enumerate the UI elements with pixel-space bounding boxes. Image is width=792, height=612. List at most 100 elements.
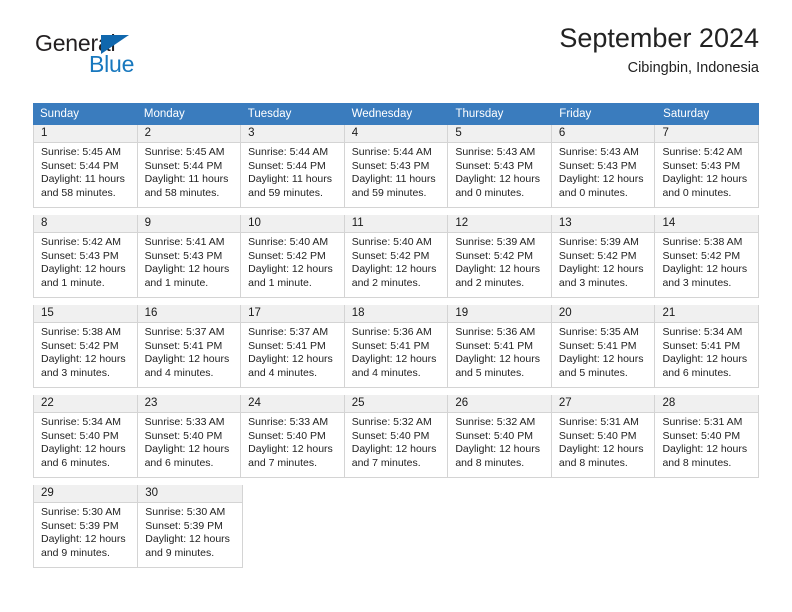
- day-cell[interactable]: 10 Sunrise: 5:40 AM Sunset: 5:42 PM Dayl…: [241, 215, 345, 298]
- day-number: 11: [344, 215, 448, 233]
- daylight-text-line2: and 3 minutes.: [662, 276, 732, 289]
- daylight-text-line2: and 6 minutes.: [662, 366, 732, 379]
- day-cell[interactable]: 2 Sunrise: 5:45 AM Sunset: 5:44 PM Dayli…: [137, 125, 242, 208]
- day-cell[interactable]: 19 Sunrise: 5:36 AM Sunset: 5:41 PM Dayl…: [448, 305, 552, 388]
- day-cell[interactable]: 6 Sunrise: 5:43 AM Sunset: 5:43 PM Dayli…: [551, 125, 656, 208]
- sunset-text: Sunset: 5:42 PM: [248, 249, 326, 262]
- day-cell[interactable]: 5 Sunrise: 5:43 AM Sunset: 5:43 PM Dayli…: [448, 125, 552, 208]
- sunrise-text: Sunrise: 5:35 AM: [558, 326, 639, 338]
- daylight-text-line1: Daylight: 12 hours: [144, 353, 230, 366]
- day-number: 6: [551, 125, 655, 143]
- day-info: Sunrise: 5:44 AM Sunset: 5:44 PM Dayligh…: [241, 143, 344, 200]
- daylight-text-line1: Daylight: 12 hours: [558, 173, 644, 186]
- sunrise-text: Sunrise: 5:42 AM: [662, 146, 743, 158]
- day-cell[interactable]: 4 Sunrise: 5:44 AM Sunset: 5:43 PM Dayli…: [344, 125, 449, 208]
- day-number: [552, 485, 655, 502]
- day-number: [346, 485, 449, 502]
- day-info: Sunrise: 5:39 AM Sunset: 5:42 PM Dayligh…: [552, 233, 655, 290]
- day-number: 29: [34, 485, 138, 503]
- calendar-week-row: 15 Sunrise: 5:38 AM Sunset: 5:42 PM Dayl…: [33, 305, 760, 388]
- day-info: Sunrise: 5:43 AM Sunset: 5:43 PM Dayligh…: [552, 143, 655, 200]
- daylight-text-line1: Daylight: 11 hours: [144, 173, 229, 186]
- day-info: Sunrise: 5:38 AM Sunset: 5:42 PM Dayligh…: [34, 323, 137, 380]
- daylight-text-line1: Daylight: 12 hours: [662, 353, 748, 366]
- title-block: September 2024 Cibingbin, Indonesia: [559, 22, 759, 78]
- page-title: September 2024: [559, 23, 759, 53]
- sunset-text: Sunset: 5:44 PM: [41, 159, 119, 172]
- daylight-text-line2: and 59 minutes.: [248, 186, 323, 199]
- day-cell[interactable]: 24 Sunrise: 5:33 AM Sunset: 5:40 PM Dayl…: [241, 395, 345, 478]
- general-blue-logo[interactable]: General Blue: [33, 32, 183, 84]
- day-cell[interactable]: 29 Sunrise: 5:30 AM Sunset: 5:39 PM Dayl…: [33, 485, 139, 568]
- daylight-text-line1: Daylight: 12 hours: [41, 443, 126, 456]
- sunset-text: Sunset: 5:43 PM: [41, 249, 119, 262]
- day-cell[interactable]: 20 Sunrise: 5:35 AM Sunset: 5:41 PM Dayl…: [551, 305, 656, 388]
- sunset-text: Sunset: 5:43 PM: [662, 159, 741, 172]
- daylight-text-line2: and 59 minutes.: [351, 186, 427, 199]
- sunrise-text: Sunrise: 5:36 AM: [455, 326, 536, 338]
- day-number: 17: [241, 305, 344, 323]
- daylight-text-line1: Daylight: 12 hours: [351, 443, 437, 456]
- day-cell[interactable]: 3 Sunrise: 5:44 AM Sunset: 5:44 PM Dayli…: [241, 125, 345, 208]
- sunrise-text: Sunrise: 5:45 AM: [144, 146, 225, 158]
- daylight-text-line1: Daylight: 12 hours: [41, 263, 126, 276]
- day-cell[interactable]: 21 Sunrise: 5:34 AM Sunset: 5:41 PM Dayl…: [655, 305, 760, 388]
- day-number: 14: [655, 215, 759, 233]
- calendar-page: General Blue September 2024 Cibingbin, I…: [0, 0, 792, 612]
- daylight-text-line2: and 0 minutes.: [662, 186, 732, 199]
- daylight-text-line2: and 4 minutes.: [351, 366, 421, 379]
- weekday-header-thursday: Thursday: [448, 103, 553, 125]
- day-cell[interactable]: 14 Sunrise: 5:38 AM Sunset: 5:42 PM Dayl…: [655, 215, 760, 298]
- sunrise-text: Sunrise: 5:32 AM: [351, 416, 432, 428]
- day-cell[interactable]: 25 Sunrise: 5:32 AM Sunset: 5:40 PM Dayl…: [344, 395, 449, 478]
- weekday-header-monday: Monday: [137, 103, 241, 125]
- day-cell[interactable]: 8 Sunrise: 5:42 AM Sunset: 5:43 PM Dayli…: [33, 215, 138, 298]
- weekday-header-wednesday: Wednesday: [345, 103, 449, 125]
- sunrise-text: Sunrise: 5:43 AM: [558, 146, 639, 158]
- day-cell[interactable]: 22 Sunrise: 5:34 AM Sunset: 5:40 PM Dayl…: [33, 395, 138, 478]
- sunset-text: Sunset: 5:42 PM: [351, 249, 430, 262]
- calendar-week-row: 8 Sunrise: 5:42 AM Sunset: 5:43 PM Dayli…: [33, 215, 760, 298]
- day-cell[interactable]: 7 Sunrise: 5:42 AM Sunset: 5:43 PM Dayli…: [655, 125, 760, 208]
- day-number: 21: [655, 305, 759, 323]
- day-cell[interactable]: 26 Sunrise: 5:32 AM Sunset: 5:40 PM Dayl…: [448, 395, 552, 478]
- sunset-text: Sunset: 5:41 PM: [558, 339, 637, 352]
- daylight-text-line1: Daylight: 12 hours: [144, 443, 230, 456]
- daylight-text-line2: and 0 minutes.: [558, 186, 628, 199]
- day-cell[interactable]: 28 Sunrise: 5:31 AM Sunset: 5:40 PM Dayl…: [655, 395, 760, 478]
- sunset-text: Sunset: 5:40 PM: [248, 429, 326, 442]
- sunset-text: Sunset: 5:44 PM: [144, 159, 223, 172]
- weekday-header-row: Sunday Monday Tuesday Wednesday Thursday…: [33, 103, 759, 125]
- day-cell[interactable]: 11 Sunrise: 5:40 AM Sunset: 5:42 PM Dayl…: [344, 215, 449, 298]
- day-cell[interactable]: 23 Sunrise: 5:33 AM Sunset: 5:40 PM Dayl…: [137, 395, 242, 478]
- day-number: 5: [448, 125, 551, 143]
- day-info: Sunrise: 5:33 AM Sunset: 5:40 PM Dayligh…: [241, 413, 344, 470]
- daylight-text-line2: and 8 minutes.: [662, 456, 732, 469]
- day-info: Sunrise: 5:31 AM Sunset: 5:40 PM Dayligh…: [655, 413, 758, 470]
- day-cell[interactable]: 12 Sunrise: 5:39 AM Sunset: 5:42 PM Dayl…: [448, 215, 552, 298]
- day-info: Sunrise: 5:30 AM Sunset: 5:39 PM Dayligh…: [138, 503, 241, 560]
- day-cell-empty: [552, 485, 655, 568]
- day-cell[interactable]: 16 Sunrise: 5:37 AM Sunset: 5:41 PM Dayl…: [137, 305, 242, 388]
- day-info: Sunrise: 5:36 AM Sunset: 5:41 PM Dayligh…: [448, 323, 551, 380]
- day-cell[interactable]: 1 Sunrise: 5:45 AM Sunset: 5:44 PM Dayli…: [33, 125, 138, 208]
- daylight-text-line1: Daylight: 12 hours: [41, 533, 126, 546]
- day-cell[interactable]: 17 Sunrise: 5:37 AM Sunset: 5:41 PM Dayl…: [241, 305, 345, 388]
- day-info: Sunrise: 5:43 AM Sunset: 5:43 PM Dayligh…: [448, 143, 551, 200]
- day-cell[interactable]: 18 Sunrise: 5:36 AM Sunset: 5:41 PM Dayl…: [344, 305, 449, 388]
- day-info: Sunrise: 5:42 AM Sunset: 5:43 PM Dayligh…: [655, 143, 758, 200]
- day-cell[interactable]: 30 Sunrise: 5:30 AM Sunset: 5:39 PM Dayl…: [138, 485, 243, 568]
- daylight-text-line2: and 7 minutes.: [351, 456, 421, 469]
- sunrise-text: Sunrise: 5:45 AM: [41, 146, 121, 158]
- day-number: 10: [241, 215, 344, 233]
- day-cell[interactable]: 13 Sunrise: 5:39 AM Sunset: 5:42 PM Dayl…: [551, 215, 656, 298]
- sunrise-text: Sunrise: 5:30 AM: [41, 506, 121, 518]
- day-cell[interactable]: 27 Sunrise: 5:31 AM Sunset: 5:40 PM Dayl…: [551, 395, 656, 478]
- day-number: [656, 485, 759, 502]
- sunrise-text: Sunrise: 5:33 AM: [248, 416, 329, 428]
- day-cell-empty: [449, 485, 552, 568]
- day-cell[interactable]: 9 Sunrise: 5:41 AM Sunset: 5:43 PM Dayli…: [137, 215, 242, 298]
- sunrise-text: Sunrise: 5:44 AM: [351, 146, 432, 158]
- day-cell[interactable]: 15 Sunrise: 5:38 AM Sunset: 5:42 PM Dayl…: [33, 305, 138, 388]
- sunset-text: Sunset: 5:42 PM: [662, 249, 741, 262]
